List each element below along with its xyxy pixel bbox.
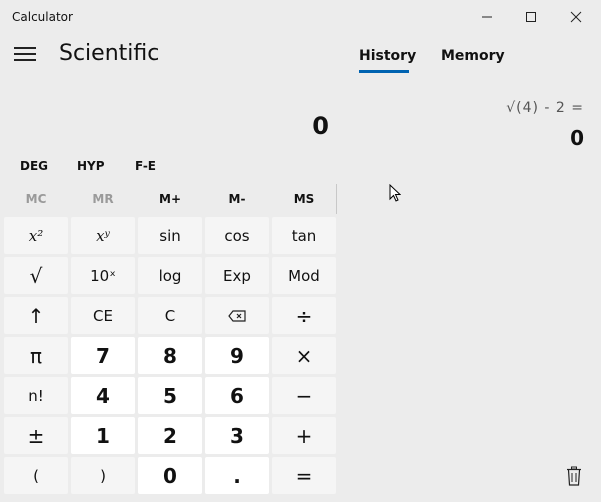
square-root-button[interactable]: √ xyxy=(4,257,68,294)
tab-memory[interactable]: Memory xyxy=(441,48,505,64)
backspace-button[interactable] xyxy=(205,297,269,334)
tab-history[interactable]: History xyxy=(359,48,416,64)
mc-button[interactable]: MC xyxy=(4,184,68,214)
mr-button[interactable]: MR xyxy=(71,184,135,214)
close-paren-button[interactable]: ) xyxy=(71,457,135,494)
window-title: Calculator xyxy=(12,10,73,24)
maximize-button[interactable] xyxy=(509,4,553,30)
hyp-button[interactable]: HYP xyxy=(77,159,105,173)
deg-button[interactable]: DEG xyxy=(20,159,48,173)
history-result[interactable]: 0 xyxy=(570,126,584,150)
mod-button[interactable]: Mod xyxy=(272,257,336,294)
sin-button[interactable]: sin xyxy=(138,217,202,254)
digit-0-button[interactable]: 0 xyxy=(138,457,202,494)
square-button[interactable]: x² xyxy=(4,217,68,254)
digit-1-button[interactable]: 1 xyxy=(71,417,135,454)
minimize-button[interactable] xyxy=(465,4,509,30)
digit-9-button[interactable]: 9 xyxy=(205,337,269,374)
m-plus-button[interactable]: M+ xyxy=(138,184,202,214)
negate-button[interactable]: ± xyxy=(4,417,68,454)
display-value: 0 xyxy=(312,112,329,140)
multiply-button[interactable]: × xyxy=(272,337,336,374)
clear-button[interactable]: C xyxy=(138,297,202,334)
m-minus-button[interactable]: M- xyxy=(205,184,269,214)
fe-button[interactable]: F-E xyxy=(135,159,156,173)
pi-button[interactable]: π xyxy=(4,337,68,374)
cos-button[interactable]: cos xyxy=(205,217,269,254)
history-expression[interactable]: √(4) - 2 = xyxy=(506,100,584,116)
mode-title: Scientific xyxy=(59,41,160,66)
digit-5-button[interactable]: 5 xyxy=(138,377,202,414)
exp-button[interactable]: Exp xyxy=(205,257,269,294)
memory-row: MC MR M+ M- MS xyxy=(4,184,337,214)
ms-button[interactable]: MS xyxy=(272,184,337,214)
open-paren-button[interactable]: ( xyxy=(4,457,68,494)
equals-button[interactable]: = xyxy=(272,457,336,494)
close-icon xyxy=(570,11,582,23)
trash-icon[interactable] xyxy=(566,466,582,486)
digit-7-button[interactable]: 7 xyxy=(71,337,135,374)
tan-button[interactable]: tan xyxy=(272,217,336,254)
shift-button[interactable]: ↑ xyxy=(4,297,68,334)
minimize-icon xyxy=(482,16,492,18)
backspace-icon xyxy=(228,309,246,322)
digit-3-button[interactable]: 3 xyxy=(205,417,269,454)
subtract-button[interactable]: − xyxy=(272,377,336,414)
close-button[interactable] xyxy=(554,4,598,30)
factorial-button[interactable]: n! xyxy=(4,377,68,414)
digit-6-button[interactable]: 6 xyxy=(205,377,269,414)
ten-power-button[interactable]: 10ˣ xyxy=(71,257,135,294)
log-button[interactable]: log xyxy=(138,257,202,294)
divide-button[interactable]: ÷ xyxy=(272,297,336,334)
decimal-button[interactable]: . xyxy=(205,457,269,494)
digit-2-button[interactable]: 2 xyxy=(138,417,202,454)
keypad: x² xʸ sin cos tan √ 10ˣ log Exp Mod ↑ CE… xyxy=(4,217,339,499)
clear-entry-button[interactable]: CE xyxy=(71,297,135,334)
hamburger-menu-icon[interactable] xyxy=(14,47,36,63)
digit-4-button[interactable]: 4 xyxy=(71,377,135,414)
maximize-icon xyxy=(526,12,536,22)
power-button[interactable]: xʸ xyxy=(71,217,135,254)
add-button[interactable]: + xyxy=(272,417,336,454)
mouse-cursor-icon xyxy=(389,184,401,202)
digit-8-button[interactable]: 8 xyxy=(138,337,202,374)
tab-history-underline xyxy=(359,70,409,73)
